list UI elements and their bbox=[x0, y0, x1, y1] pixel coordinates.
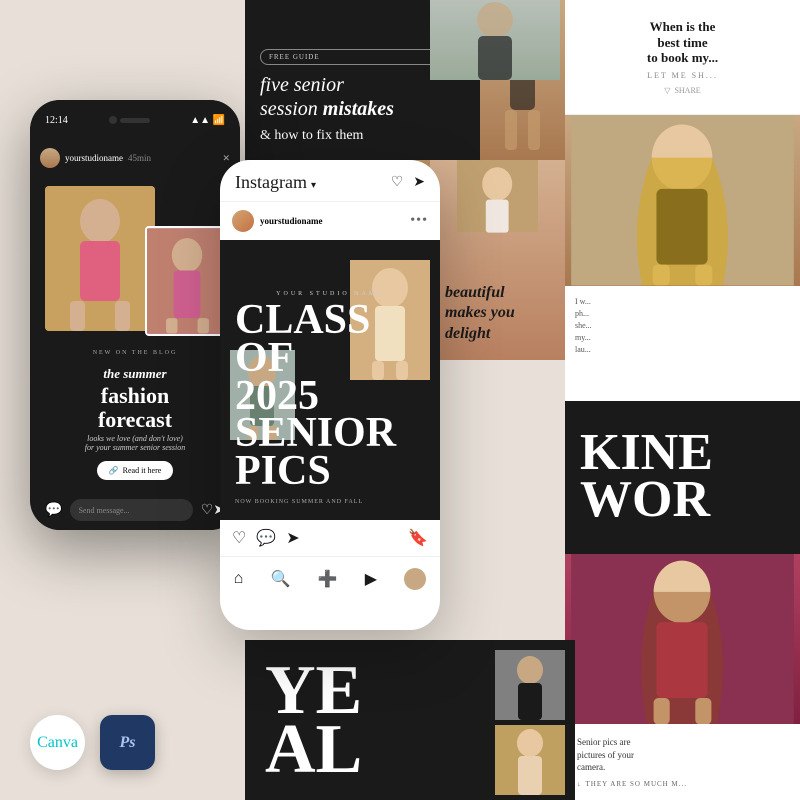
ig-logo-area: Instagram ▾ bbox=[235, 172, 316, 193]
phone-signal-icons: ▲▲ 📶 bbox=[190, 115, 225, 126]
ig-search-icon[interactable]: 🔍 bbox=[270, 569, 290, 589]
ps-badge: Ps bbox=[100, 715, 155, 770]
bottom-thumb-1 bbox=[495, 650, 565, 720]
ps-label: Ps bbox=[120, 734, 136, 752]
beautiful-text-overlay: beautiful makes you delight bbox=[445, 283, 550, 345]
ig-action-left: ♡ 💬 ➤ bbox=[232, 528, 300, 548]
story-italic: the summer bbox=[103, 366, 166, 381]
when-to-book-title: When is thebest timeto book my... bbox=[647, 19, 718, 66]
senior-text-panel: Senior pics arepictures of yourcamera. ↓… bbox=[565, 724, 800, 800]
bottom-photo-collage bbox=[495, 650, 565, 795]
kind-words-panel: KINEWOR bbox=[565, 401, 800, 554]
senior-cta: ↓ THEY ARE SO MUCH M... bbox=[577, 780, 788, 788]
paper-plane-icon[interactable]: ➤ bbox=[413, 174, 425, 191]
story-username: yourstudioname bbox=[65, 153, 123, 163]
comment-icon[interactable]: 💬 bbox=[45, 502, 62, 519]
right-text-content: I w...ph...she...my...lau... bbox=[575, 296, 790, 356]
ig-dropdown-icon[interactable]: ▾ bbox=[311, 180, 316, 191]
story-label: NEW ON THE BLOG bbox=[42, 350, 228, 356]
ig-post-actions: ♡ 💬 ➤ 🔖 bbox=[220, 520, 440, 556]
story-title: the summer fashionforecast bbox=[42, 359, 228, 432]
share-label: ▽ SHARE bbox=[664, 86, 700, 95]
send-placeholder: Send message... bbox=[78, 506, 129, 515]
ig-share-icon[interactable]: ➤ bbox=[286, 528, 299, 548]
ig-post-user: yourstudioname bbox=[232, 210, 323, 232]
ig-post-header: yourstudioname ••• bbox=[220, 202, 440, 240]
heart-notification-icon[interactable]: ♡ bbox=[391, 174, 404, 191]
story-avatar bbox=[40, 148, 60, 168]
ig-post-text-overlay: YOUR STUDIO NAME CLASS OF2025SENIORPICS … bbox=[220, 276, 440, 520]
right-panels: When is thebest timeto book my... LET ME… bbox=[565, 0, 800, 800]
ig-booking-text: NOW BOOKING SUMMER AND FALL bbox=[235, 499, 425, 505]
ig-comment-icon[interactable]: 💬 bbox=[256, 528, 276, 548]
canva-label: Canva bbox=[37, 734, 78, 752]
ig-home-icon[interactable]: ⌂ bbox=[234, 570, 244, 588]
ig-nav: ⌂ 🔍 ➕ ▶ bbox=[220, 556, 440, 601]
close-icon[interactable]: ✕ bbox=[222, 153, 230, 164]
ig-more-icon[interactable]: ••• bbox=[410, 213, 428, 229]
guide-mistakes: mistakes bbox=[323, 98, 394, 120]
guide-title: five seniorsession mistakes & how to fix… bbox=[260, 73, 465, 145]
ig-header: Instagram ▾ ♡ ➤ bbox=[220, 160, 440, 202]
canva-badge: Canva bbox=[30, 715, 85, 770]
guide-fix: & how to fix them bbox=[260, 128, 363, 143]
ig-class-text: CLASS OF2025SENIORPICS bbox=[235, 302, 425, 491]
story-time-ago: 45min bbox=[128, 153, 151, 163]
beautiful-panel: beautiful makes you delight bbox=[430, 160, 565, 360]
ig-reels-icon[interactable]: ▶ bbox=[365, 569, 377, 589]
ig-header-icons: ♡ ➤ bbox=[391, 174, 425, 191]
phone-time: 12:14 bbox=[45, 115, 68, 126]
phone-status-bar: 12:14 ▲▲ 📶 bbox=[30, 100, 240, 140]
phone-center[interactable]: Instagram ▾ ♡ ➤ yourstudioname ••• bbox=[220, 160, 440, 630]
red-girl-photo bbox=[565, 554, 800, 725]
link-icon: 🔗 bbox=[109, 466, 119, 475]
story-overlay-photo bbox=[145, 226, 230, 336]
bottom-dark-strip: YEAL bbox=[245, 640, 575, 800]
ig-profile-icon[interactable] bbox=[404, 568, 426, 590]
tool-badges: Canva Ps bbox=[30, 715, 155, 770]
page: FREE GUIDE five seniorsession mistakes &… bbox=[0, 0, 800, 800]
right-text-panel: I w...ph...she...my...lau... bbox=[565, 286, 800, 401]
when-to-book-cta: LET ME SH... bbox=[647, 71, 718, 80]
send-message-box[interactable]: Send message... bbox=[70, 499, 192, 521]
heart-icon[interactable]: ♡ bbox=[201, 502, 214, 519]
phone-left[interactable]: 12:14 ▲▲ 📶 yourstudioname 45min ✕ bbox=[30, 100, 240, 530]
ig-like-icon[interactable]: ♡ bbox=[232, 528, 246, 548]
read-label: Read it here bbox=[123, 466, 162, 475]
story-header: yourstudioname 45min ✕ bbox=[30, 140, 240, 176]
ig-user-avatar bbox=[232, 210, 254, 232]
filter-icon: ▽ bbox=[664, 86, 670, 95]
beautiful-text: beautiful makes you delight bbox=[445, 283, 550, 345]
kind-words-text: KINEWOR bbox=[580, 430, 785, 524]
ig-bookmark-icon[interactable]: 🔖 bbox=[408, 528, 428, 548]
bottom-thumb-2 bbox=[495, 725, 565, 795]
ig-add-icon[interactable]: ➕ bbox=[318, 569, 338, 589]
story-image-area bbox=[30, 176, 240, 340]
story-main-photo bbox=[45, 186, 155, 331]
story-text-area: NEW ON THE BLOG the summer fashionforeca… bbox=[30, 340, 240, 490]
ig-logo: Instagram bbox=[235, 172, 307, 192]
when-to-book-panel: When is thebest timeto book my... LET ME… bbox=[565, 0, 800, 115]
download-icon: ↓ bbox=[577, 780, 582, 788]
ig-username: yourstudioname bbox=[260, 216, 323, 226]
story-subtitle: looks we love (and don't love)for your s… bbox=[42, 434, 228, 452]
bottom-large-text: YEAL bbox=[265, 661, 362, 780]
ig-post-image: YOUR STUDIO NAME CLASS OF2025SENIORPICS … bbox=[220, 240, 440, 520]
read-it-here-button[interactable]: 🔗 Read it here bbox=[97, 461, 174, 480]
senior-description: Senior pics arepictures of yourcamera. bbox=[577, 736, 788, 774]
top-right-photo-1 bbox=[430, 0, 560, 80]
phone-bottom-bar: 💬 Send message... ♡ ➤ bbox=[30, 490, 240, 530]
right-girl-photo bbox=[565, 115, 800, 286]
